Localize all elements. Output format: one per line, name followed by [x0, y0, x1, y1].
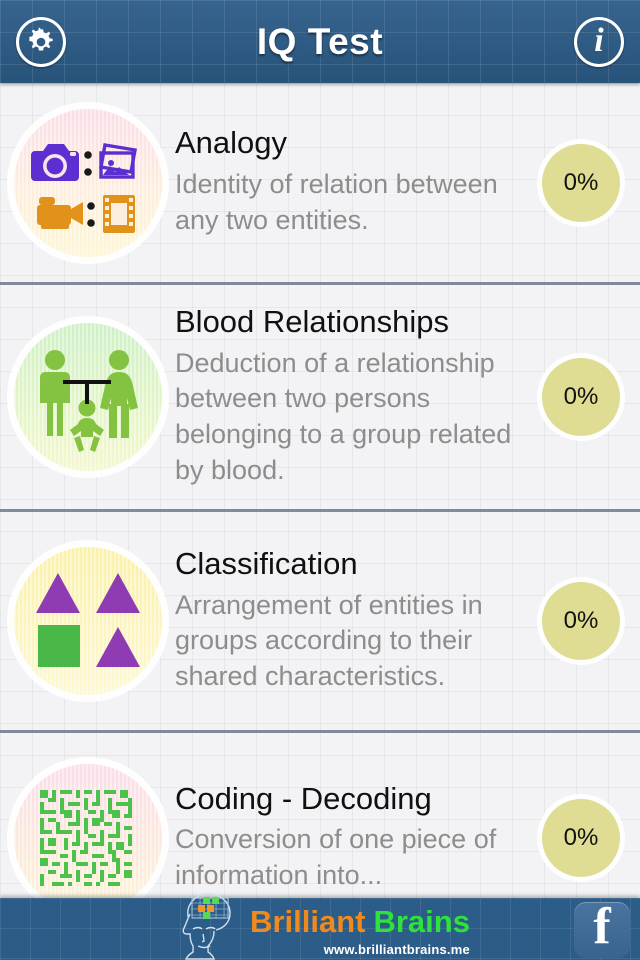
list-item[interactable]: Blood Relationships Deduction of a relat…: [0, 285, 640, 512]
status-badge: 0%: [542, 582, 620, 660]
info-icon: i: [594, 22, 604, 59]
topic-title: Analogy: [175, 125, 288, 161]
app-screen: IQ Test i Analogy Identity of relation b…: [0, 0, 640, 960]
brand-first-word: Brilliant: [250, 904, 366, 939]
topic-title: Blood Relationships: [175, 303, 450, 339]
topic-title: Classification: [175, 545, 358, 581]
brand-name: Brilliant Brains: [250, 904, 470, 939]
score-wrap: 0%: [522, 799, 640, 877]
list-item[interactable]: Analogy Identity of relation between any…: [0, 83, 640, 285]
score-wrap: 0%: [522, 143, 640, 222]
status-badge: 0%: [542, 143, 620, 222]
facebook-button[interactable]: f: [574, 898, 630, 958]
coding-decoding-icon-circle: [13, 764, 162, 912]
topic-text: Coding - Decoding Conversion of one piec…: [175, 780, 522, 895]
topic-description: Deduction of a relationship between two …: [175, 347, 512, 486]
brand-text: Brilliant Brains www.brilliantbrains.me: [250, 898, 470, 957]
score-wrap: 0%: [522, 358, 640, 436]
brand-logo[interactable]: Brilliant Brains www.brilliantbrains.me: [170, 893, 470, 960]
topic-icon-wrap: [0, 323, 175, 471]
topic-icon-wrap: [0, 108, 175, 257]
topic-title: Coding - Decoding: [175, 780, 432, 816]
brand-url: www.brilliantbrains.me: [323, 942, 470, 957]
topic-icon-wrap: [0, 764, 175, 912]
camera-photo-camcorder-film-icon: [30, 142, 137, 233]
topic-text: Classification Arrangement of entities i…: [175, 545, 522, 695]
classification-icon-circle: [13, 547, 162, 695]
brand-second-word: Brains: [373, 904, 470, 939]
topic-icon-wrap: [0, 547, 175, 695]
status-badge: 0%: [542, 358, 620, 436]
page-title: IQ Test: [256, 20, 384, 62]
blood-relationships-icon-circle: [13, 323, 162, 471]
topic-description: Arrangement of entities in groups accord…: [175, 589, 483, 692]
score-wrap: 0%: [522, 582, 640, 660]
facebook-icon: f: [593, 898, 611, 955]
topic-text: Analogy Identity of relation between any…: [175, 126, 522, 239]
app-footer: Brilliant Brains www.brilliantbrains.me f: [0, 893, 640, 960]
topic-list: Analogy Identity of relation between any…: [0, 83, 640, 943]
list-item[interactable]: Classification Arrangement of entities i…: [0, 512, 640, 733]
topic-text: Blood Relationships Deduction of a relat…: [175, 303, 522, 489]
status-badge: 0%: [542, 799, 620, 877]
info-button[interactable]: i: [574, 17, 624, 67]
analogy-icon-circle: [13, 108, 162, 257]
topic-description: Identity of relation between any two ent…: [175, 168, 498, 235]
family-icon: [39, 350, 138, 452]
qr-code-icon: [39, 790, 132, 886]
app-header: IQ Test i: [0, 0, 640, 83]
shapes-triangles-square-icon: [35, 573, 140, 667]
brain-head-icon: [170, 884, 244, 960]
